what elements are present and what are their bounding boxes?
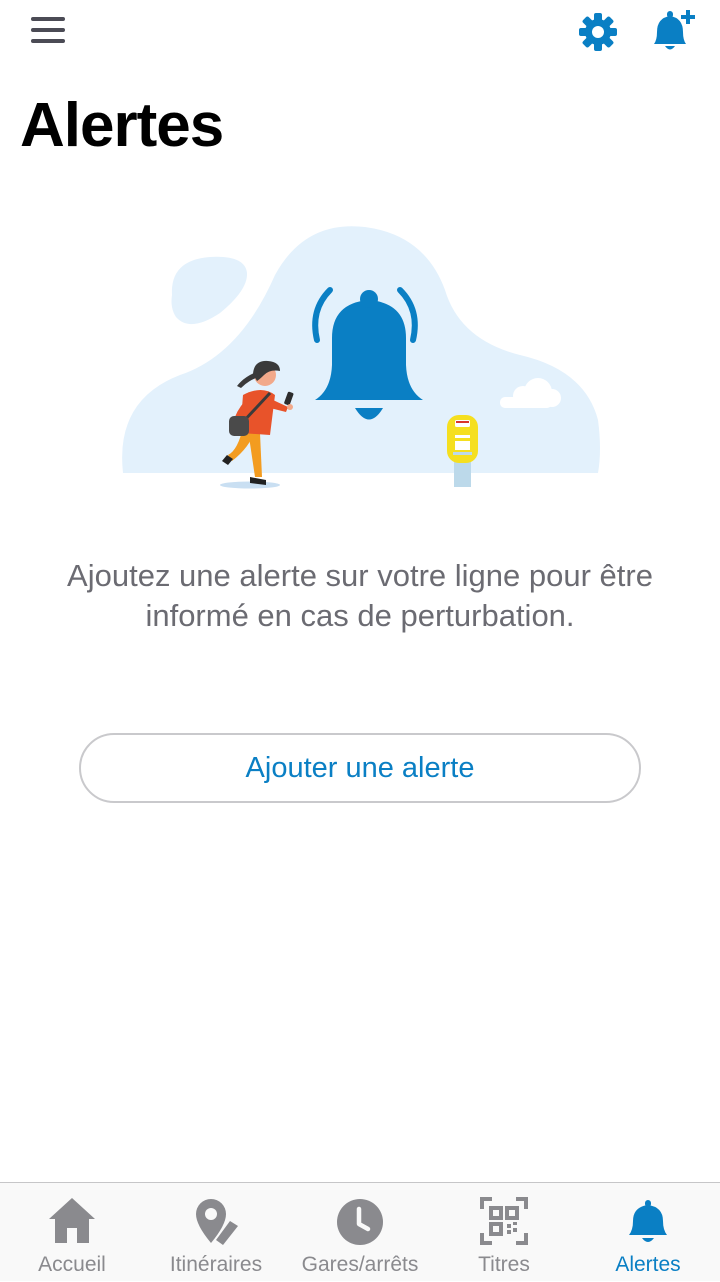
bell-plus-icon bbox=[654, 10, 695, 50]
menu-button[interactable] bbox=[28, 14, 68, 48]
add-alert-cta-label: Ajouter une alerte bbox=[245, 751, 475, 784]
add-alert-cta-button[interactable]: Ajouter une alerte bbox=[79, 733, 641, 803]
tab-itineraires[interactable]: Itinéraires bbox=[144, 1183, 288, 1282]
tab-alertes[interactable]: Alertes bbox=[576, 1183, 720, 1282]
gear-icon bbox=[579, 13, 617, 51]
bell-icon bbox=[629, 1200, 667, 1242]
clock-icon bbox=[337, 1199, 383, 1245]
map-pin-icon bbox=[196, 1199, 238, 1245]
top-bar bbox=[0, 0, 720, 70]
home-icon bbox=[49, 1198, 95, 1243]
empty-state-message: Ajoutez une alerte sur votre ligne pour … bbox=[67, 558, 653, 633]
tab-gares-arrets[interactable]: Gares/arrêts bbox=[288, 1183, 432, 1282]
page-title: Alertes bbox=[20, 91, 224, 160]
tab-label: Gares/arrêts bbox=[301, 1253, 419, 1276]
alert-illustration bbox=[122, 226, 600, 489]
bottom-tab-bar: Accueil Itinéraires Gares/arrêts Titres … bbox=[0, 1182, 720, 1281]
add-alert-button[interactable] bbox=[648, 6, 698, 56]
tab-label: Itinéraires bbox=[169, 1253, 263, 1276]
qr-code-icon bbox=[480, 1197, 528, 1245]
tab-accueil[interactable]: Accueil bbox=[0, 1183, 144, 1282]
tab-label: Titres bbox=[478, 1253, 530, 1276]
tab-label: Alertes bbox=[615, 1253, 681, 1276]
tab-titres[interactable]: Titres bbox=[432, 1183, 576, 1282]
tab-label: Accueil bbox=[38, 1253, 106, 1276]
settings-button[interactable] bbox=[576, 10, 620, 54]
